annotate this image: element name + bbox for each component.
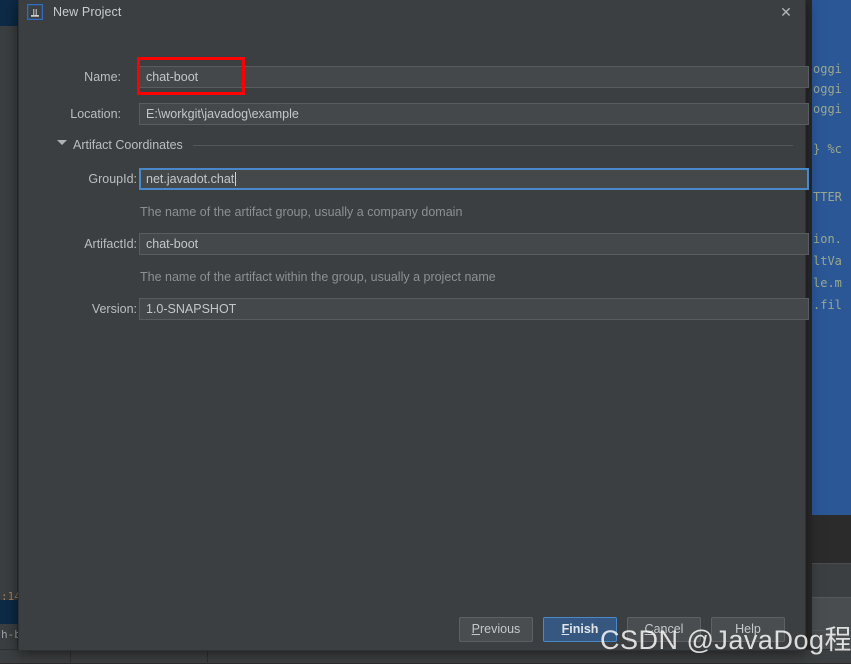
dialog-title: New Project: [53, 5, 122, 19]
previous-mnemonic: P: [471, 622, 481, 636]
artifact-id-hint: The name of the artifact within the grou…: [140, 270, 496, 284]
artifact-id-row: ArtifactId: chat-boot: [39, 233, 809, 255]
previous-button[interactable]: Previous: [459, 616, 533, 642]
status-bar-divider: [70, 650, 71, 664]
version-input[interactable]: 1.0-SNAPSHOT: [139, 298, 809, 320]
code-line: .fil: [813, 298, 842, 312]
cancel-label-rest: ancel: [653, 622, 684, 636]
group-id-value: net.javadot.chat: [146, 172, 235, 186]
location-row: Location: E:\workgit\javadog\example: [39, 103, 809, 125]
artifact-coordinates-section-header[interactable]: Artifact Coordinates: [57, 138, 793, 152]
code-line: le.m: [813, 276, 842, 290]
chevron-down-icon[interactable]: [57, 140, 67, 150]
version-row: Version: 1.0-SNAPSHOT: [39, 298, 809, 320]
code-line: } %c: [813, 142, 842, 156]
code-line: oggi: [813, 62, 842, 76]
dialog-footer: Previous Finish Cancel Help: [19, 608, 805, 650]
code-line: ion.: [813, 232, 842, 246]
text-caret: [235, 172, 237, 186]
code-line: ltVa: [813, 254, 842, 268]
ide-panel-middle: [812, 563, 851, 597]
intellij-idea-icon: IJ: [26, 3, 44, 21]
code-line: oggi: [813, 82, 842, 96]
ide-panel-upper: [812, 515, 851, 563]
artifact-coordinates-label: Artifact Coordinates: [73, 138, 183, 152]
dialog-body: Name: chat-boot Location: E:\workgit\jav…: [19, 24, 809, 609]
name-label: Name:: [84, 70, 121, 84]
finish-button[interactable]: Finish: [543, 616, 617, 642]
group-id-input[interactable]: net.javadot.chat: [139, 168, 809, 190]
close-icon[interactable]: ✕: [777, 3, 795, 21]
cancel-button[interactable]: Cancel: [627, 616, 701, 642]
ide-left-selected-row-bottom[interactable]: [0, 600, 18, 624]
finish-label-rest: inish: [569, 622, 599, 636]
group-id-row: GroupId: net.javadot.chat: [39, 168, 809, 190]
group-id-hint: The name of the artifact group, usually …: [140, 205, 463, 219]
section-divider: [192, 144, 793, 146]
name-input[interactable]: chat-boot: [139, 66, 809, 88]
cancel-mnemonic: C: [644, 622, 654, 636]
location-input[interactable]: E:\workgit\javadog\example: [139, 103, 809, 125]
name-row: Name: chat-boot: [39, 66, 809, 88]
code-line: TTER: [813, 190, 842, 204]
location-label: Location:: [70, 107, 121, 121]
artifact-id-label: ArtifactId:: [84, 237, 137, 251]
help-button[interactable]: Help: [711, 616, 785, 642]
status-bar-divider: [207, 650, 208, 664]
ide-left-selected-row-top[interactable]: [0, 0, 18, 26]
ide-left-tool-strip: :14 h-b: [0, 0, 21, 663]
previous-label-rest: revious: [480, 622, 521, 636]
version-label: Version:: [91, 302, 137, 316]
group-id-label: GroupId:: [88, 172, 137, 186]
dialog-titlebar: IJ New Project ✕: [19, 0, 805, 24]
new-project-dialog: IJ New Project ✕ Name: chat-boot Locatio…: [18, 0, 809, 651]
code-line: oggi: [813, 102, 842, 116]
ide-code-editor-sliver[interactable]: oggi oggi oggi } %c TTER ion. ltVa le.m …: [800, 0, 851, 663]
ide-status-bar: [0, 649, 851, 664]
finish-mnemonic: F: [561, 622, 570, 636]
artifact-id-input[interactable]: chat-boot: [139, 233, 809, 255]
